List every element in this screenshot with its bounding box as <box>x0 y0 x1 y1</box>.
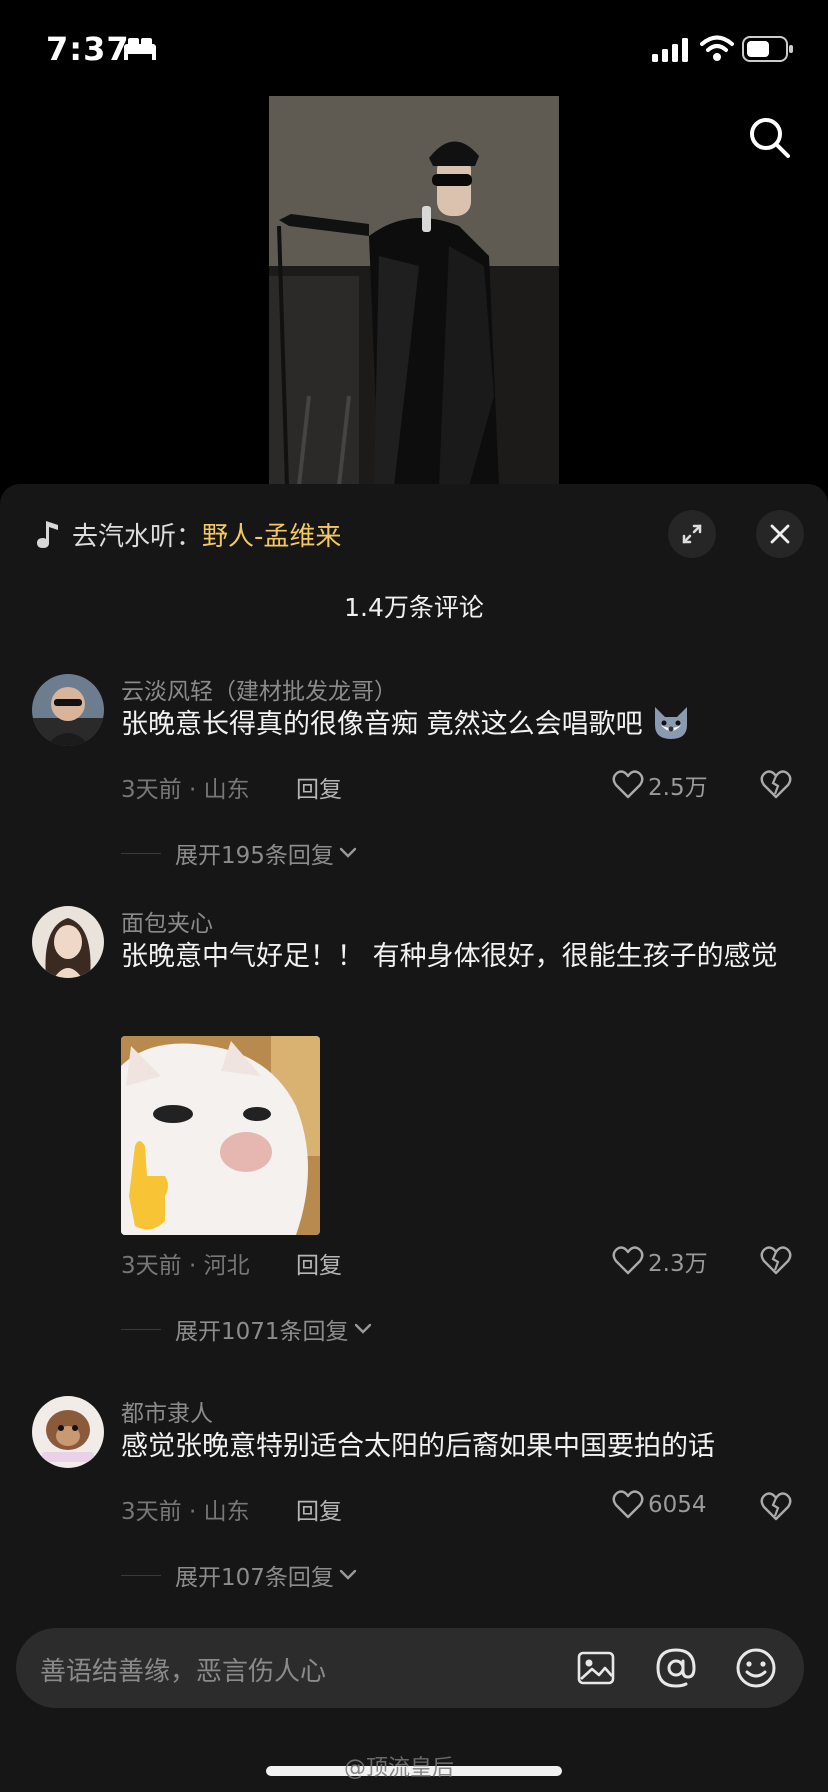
like-count: 2.5万 <box>648 775 708 801</box>
expand-replies-label: 展开1071条回复 <box>175 1319 349 1345</box>
comment-input-placeholder[interactable]: 善语结善缘，恶言伤人心 <box>40 1651 326 1688</box>
heart-icon <box>612 770 644 799</box>
music-link[interactable]: 去汽水听： 野人-孟维来 <box>36 514 341 554</box>
like-count: 6054 <box>648 1492 707 1518</box>
video-player[interactable] <box>0 0 828 490</box>
music-song-title[interactable]: 野人-孟维来 <box>202 516 341 553</box>
avatar[interactable] <box>32 906 104 978</box>
image-icon[interactable] <box>576 1648 616 1688</box>
comment-meta: 3天前 · 山东 <box>121 1499 250 1525</box>
music-note-icon <box>37 521 58 548</box>
like-button[interactable]: 6054 <box>612 1490 707 1520</box>
expand-replies-label: 展开195条回复 <box>175 843 334 869</box>
like-button[interactable]: 2.5万 <box>612 768 708 802</box>
video-frame[interactable] <box>269 96 559 486</box>
search-icon[interactable] <box>746 114 794 162</box>
like-count: 2.3万 <box>648 1251 708 1277</box>
heart-icon <box>612 1246 644 1275</box>
cat-sticker-image[interactable] <box>121 1036 320 1235</box>
expand-icon <box>682 524 702 544</box>
close-icon <box>770 524 790 544</box>
comment-text: 张晚意中气好足！！ 有种身体很好，很能生孩子的感觉 <box>121 941 778 972</box>
video-singer-image <box>269 96 559 486</box>
comment-count: 1.4万条评论 <box>344 593 484 622</box>
expand-replies-button[interactable]: 展开195条回复 <box>121 836 358 870</box>
comment-meta: 3天前 · 河北 <box>121 1253 250 1279</box>
broken-heart-icon[interactable] <box>760 1246 792 1276</box>
chevron-down-icon <box>339 847 357 858</box>
expand-button[interactable] <box>668 510 716 558</box>
avatar[interactable] <box>32 674 104 746</box>
comment-username[interactable]: 都市隶人 <box>121 1394 213 1428</box>
reply-button[interactable]: 回复 <box>296 770 342 804</box>
divider-line <box>121 852 161 854</box>
watermark: @顶流皇后 <box>344 1756 455 1781</box>
expand-replies-button[interactable]: 展开1071条回复 <box>121 1312 373 1346</box>
avatar[interactable] <box>32 1396 104 1468</box>
comment-text: 张晚意长得真的很像音痴 竟然这么会唱歌吧 <box>121 702 801 748</box>
expand-replies-label: 展开107条回复 <box>175 1565 334 1591</box>
wolf-emoji-icon <box>655 707 688 739</box>
emoji-icon[interactable] <box>734 1646 778 1690</box>
chevron-down-icon <box>339 1569 357 1580</box>
comment-username[interactable]: 面包夹心 <box>121 904 213 938</box>
music-prefix: 去汽水听： <box>72 521 203 552</box>
expand-replies-button[interactable]: 展开107条回复 <box>121 1558 358 1592</box>
divider-line <box>121 1328 161 1330</box>
comment-meta: 3天前 · 山东 <box>121 777 250 803</box>
reply-button[interactable]: 回复 <box>296 1246 342 1280</box>
heart-icon <box>612 1490 644 1519</box>
chevron-down-icon <box>354 1323 371 1334</box>
like-button[interactable]: 2.3万 <box>612 1244 708 1278</box>
comment-username[interactable]: 云淡风轻（建材批发龙哥） <box>121 672 397 706</box>
reply-button[interactable]: 回复 <box>296 1492 342 1526</box>
broken-heart-icon[interactable] <box>760 1492 792 1522</box>
close-button[interactable] <box>756 510 804 558</box>
comment-text-content: 张晚意长得真的很像音痴 竟然这么会唱歌吧 <box>121 709 643 740</box>
at-icon[interactable] <box>654 1646 698 1690</box>
comment-text: 感觉张晚意特别适合太阳的后裔如果中国要拍的话 <box>121 1431 715 1462</box>
broken-heart-icon[interactable] <box>760 770 792 800</box>
divider-line <box>121 1574 161 1576</box>
comment-input-bar[interactable]: 善语结善缘，恶言伤人心 <box>16 1628 804 1708</box>
comment-panel: 去汽水听： 野人-孟维来 1.4万条评论 云淡风轻（建材批发龙哥） 张晚意长得真… <box>0 484 828 1792</box>
